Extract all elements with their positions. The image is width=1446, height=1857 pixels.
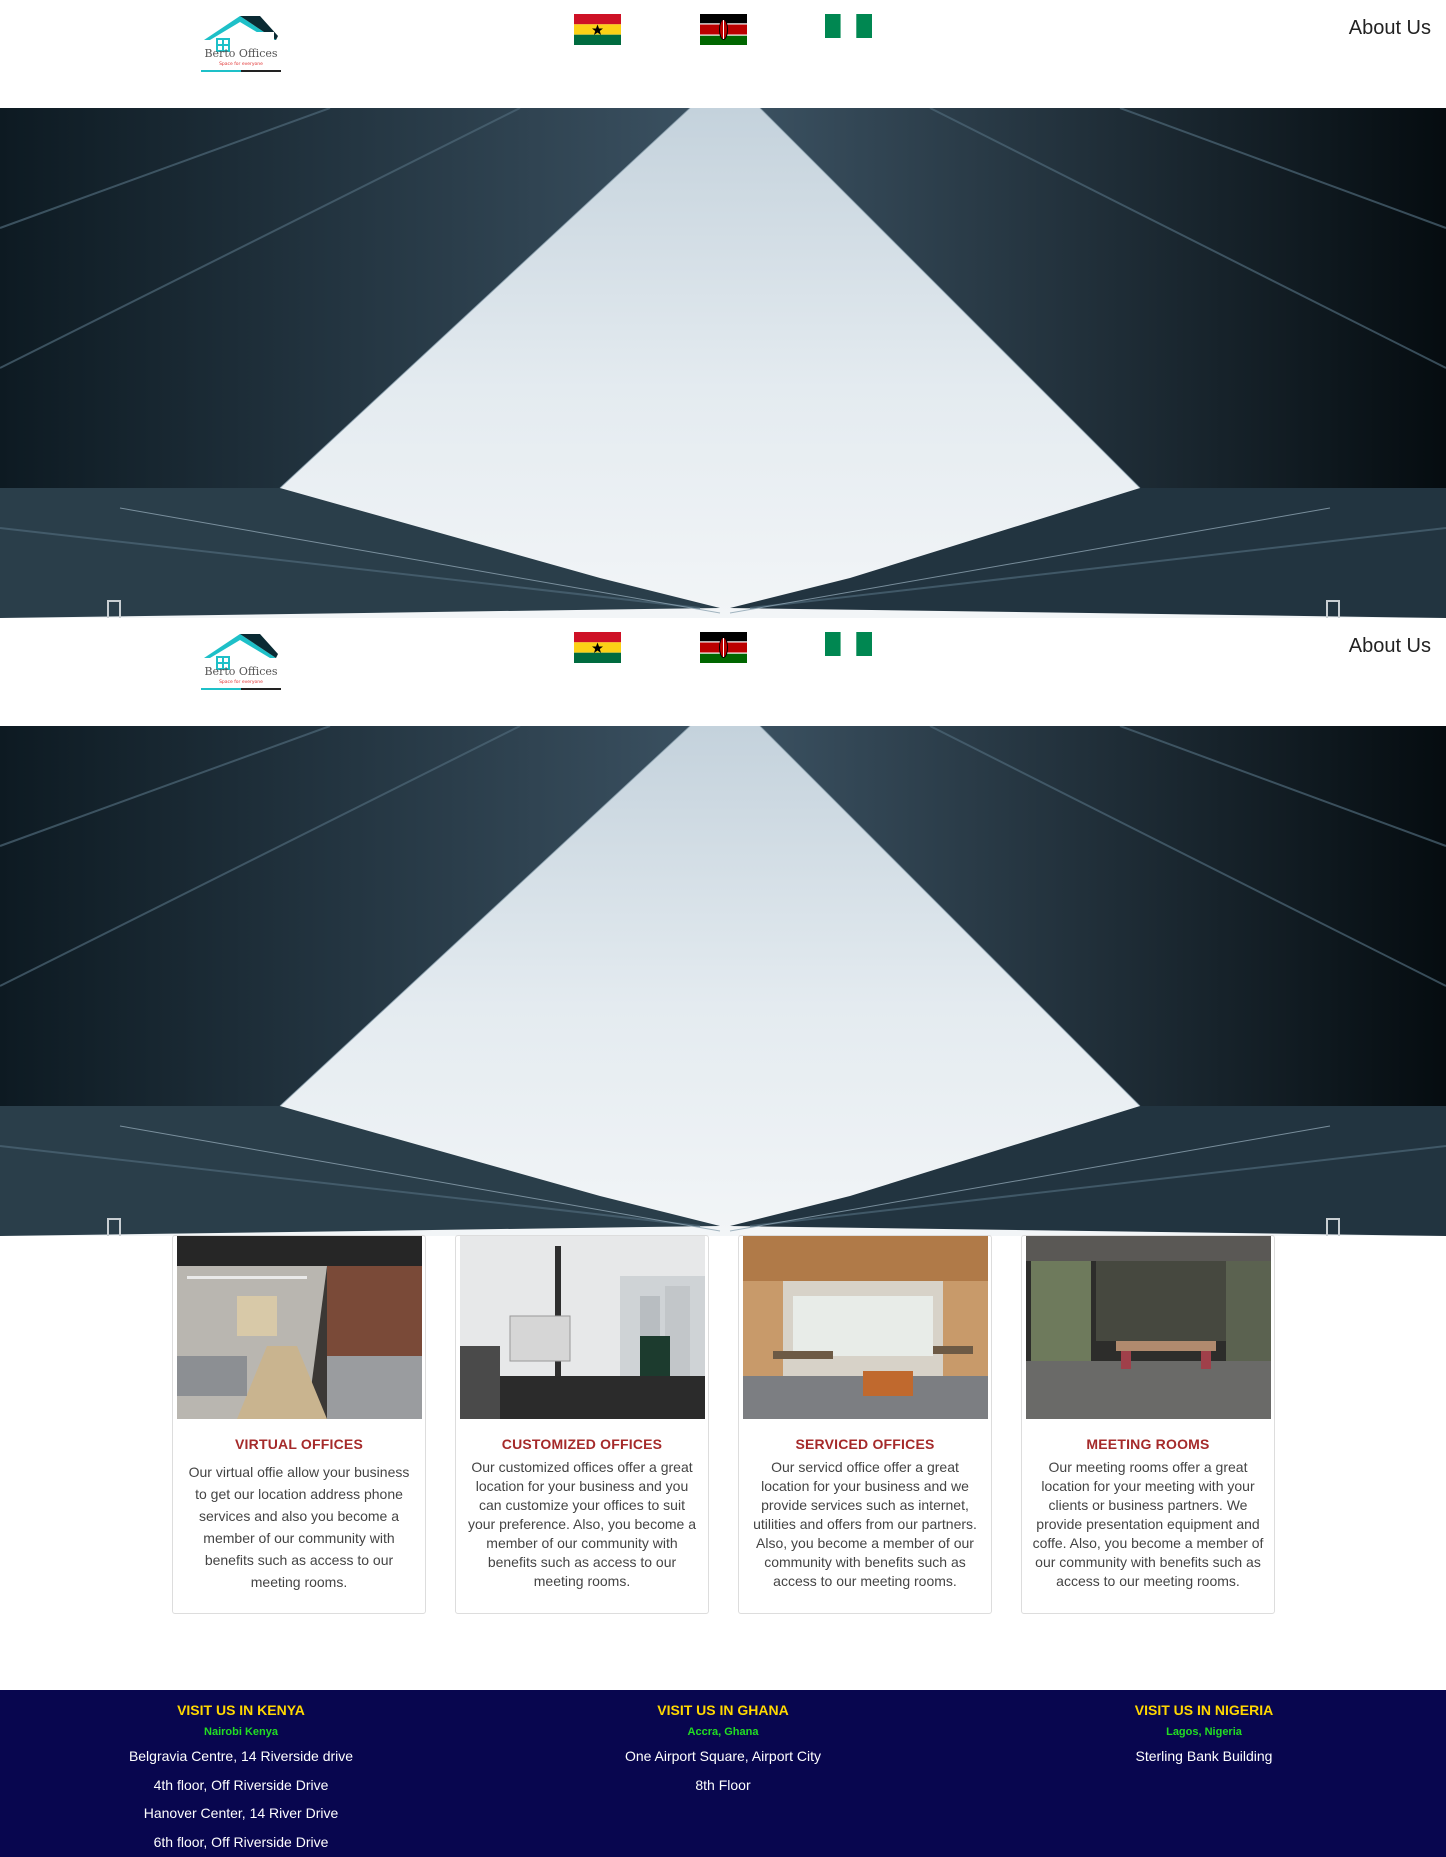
hero-building-image xyxy=(0,108,1446,618)
footer-nigeria: VISIT US IN NIGERIA Lagos, Nigeria Sterl… xyxy=(1024,1700,1384,1771)
carousel-prev-icon[interactable] xyxy=(107,1218,121,1236)
footer-city: Nairobi Kenya xyxy=(204,1726,278,1738)
service-card-virtual-offices[interactable]: VIRTUAL OFFICES Our virtual offie allow … xyxy=(172,1235,426,1614)
house-logo-icon: Berto Offices Space for everyone xyxy=(201,634,281,690)
hero-carousel-repeat xyxy=(0,726,1446,1236)
customized-office-photo xyxy=(460,1236,705,1419)
nigeria-flag-icon[interactable] xyxy=(825,14,872,38)
kenya-flag-icon[interactable] xyxy=(700,632,747,663)
site-header: Berto Offices Space for everyone About U… xyxy=(0,0,1446,108)
footer-city: Lagos, Nigeria xyxy=(1166,1726,1242,1738)
virtual-office-photo xyxy=(177,1236,422,1419)
meeting-room-photo xyxy=(1026,1236,1271,1419)
site-footer: VISIT US IN KENYA Nairobi Kenya Belgravi… xyxy=(0,1690,1446,1857)
about-us-link[interactable]: About Us xyxy=(1349,635,1431,658)
service-description: Our virtual offie allow your business to… xyxy=(188,1464,410,1590)
service-title: SERVICED OFFICES xyxy=(795,1436,935,1452)
address-line: 8th Floor xyxy=(695,1776,751,1793)
footer-heading: VISIT US IN GHANA xyxy=(657,1702,789,1718)
house-logo-icon: Berto Offices Space for everyone xyxy=(201,16,281,72)
serviced-office-photo xyxy=(743,1236,988,1419)
svg-text:Space for everyone: Space for everyone xyxy=(219,679,263,685)
footer-heading: VISIT US IN KENYA xyxy=(177,1702,305,1718)
footer-heading: VISIT US IN NIGERIA xyxy=(1134,1702,1274,1718)
service-title: MEETING ROOMS xyxy=(1086,1436,1210,1452)
service-description: Our customized offices offer a great loc… xyxy=(467,1459,697,1589)
svg-text:Space for everyone: Space for everyone xyxy=(219,61,263,67)
svg-text:Berto Offices: Berto Offices xyxy=(204,47,277,60)
service-card-serviced-offices[interactable]: SERVICED OFFICES Our servicd office offe… xyxy=(738,1235,992,1614)
ghana-flag-icon[interactable] xyxy=(574,14,621,45)
hero-carousel xyxy=(0,108,1446,618)
address-line: Belgravia Centre, 14 Riverside drive xyxy=(128,1748,354,1764)
address-line: 4th floor, Off Riverside Drive xyxy=(153,1776,329,1793)
services-section: VIRTUAL OFFICES Our virtual offie allow … xyxy=(172,1235,1276,1615)
service-description: Our meeting rooms offer a great location… xyxy=(1032,1459,1264,1589)
carousel-prev-icon[interactable] xyxy=(107,600,121,618)
service-card-meeting-rooms[interactable]: MEETING ROOMS Our meeting rooms offer a … xyxy=(1021,1235,1275,1614)
service-title: CUSTOMIZED OFFICES xyxy=(501,1436,663,1452)
address-line: 6th floor, Off Riverside Drive xyxy=(153,1833,329,1850)
carousel-next-icon[interactable] xyxy=(1326,1218,1340,1236)
footer-ghana: VISIT US IN GHANA Accra, Ghana One Airpo… xyxy=(543,1700,903,1799)
logo[interactable]: Berto Offices Space for everyone xyxy=(200,632,282,692)
svg-text:Berto Offices: Berto Offices xyxy=(204,665,277,678)
hero-building-image xyxy=(0,726,1446,1236)
address-line: Sterling Bank Building xyxy=(1135,1748,1273,1764)
service-description: Our servicd office offer a great locatio… xyxy=(753,1459,977,1589)
about-us-link[interactable]: About Us xyxy=(1349,17,1431,40)
address-line: Hanover Center, 14 River Drive xyxy=(143,1805,339,1821)
page: Berto Offices Space for everyone About U… xyxy=(0,0,1446,1857)
footer-city: Accra, Ghana xyxy=(687,1726,759,1738)
service-card-customized-offices[interactable]: CUSTOMIZED OFFICES Our customized office… xyxy=(455,1235,709,1614)
footer-kenya: VISIT US IN KENYA Nairobi Kenya Belgravi… xyxy=(61,1700,421,1856)
service-title: VIRTUAL OFFICES xyxy=(235,1436,363,1452)
kenya-flag-icon[interactable] xyxy=(700,14,747,45)
logo[interactable]: Berto Offices Space for everyone xyxy=(200,14,282,74)
ghana-flag-icon[interactable] xyxy=(574,632,621,663)
carousel-next-icon[interactable] xyxy=(1326,600,1340,618)
nigeria-flag-icon[interactable] xyxy=(825,632,872,656)
address-line: One Airport Square, Airport City xyxy=(624,1748,822,1764)
site-header-repeat: Berto Offices Space for everyone About U… xyxy=(0,618,1446,726)
